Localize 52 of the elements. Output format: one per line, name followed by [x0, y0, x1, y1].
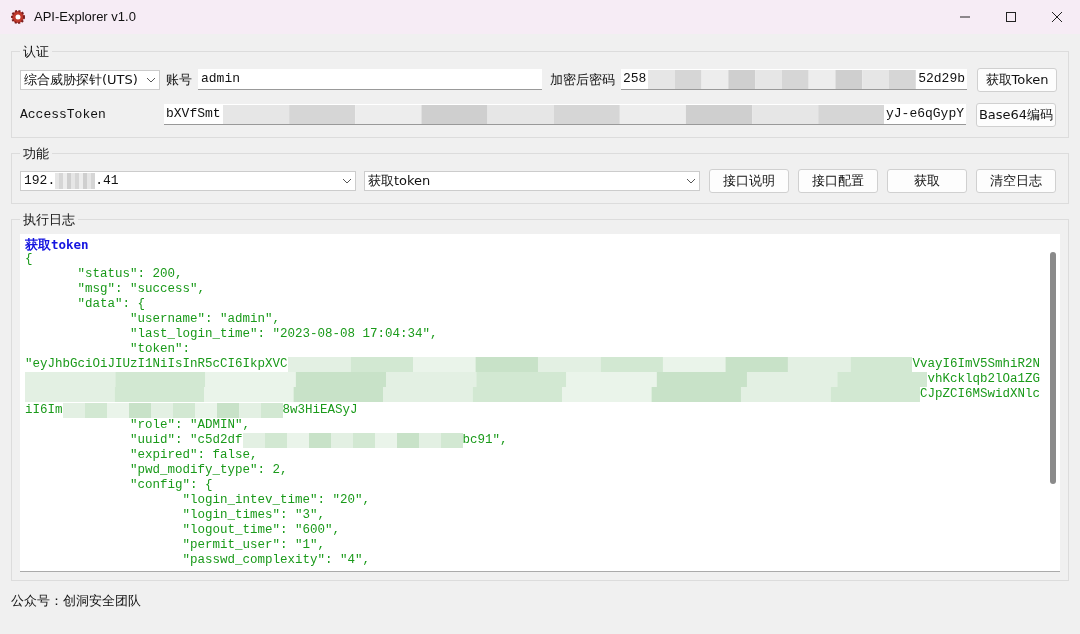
- device-select[interactable]: 综合威胁探针(UTS): [20, 69, 160, 90]
- base64-button[interactable]: Base64编码: [976, 102, 1056, 127]
- maximize-icon: [1006, 12, 1016, 22]
- chevron-down-icon: [686, 178, 696, 184]
- action-button[interactable]: 接口配置: [798, 169, 878, 193]
- log-line: "status": 200,: [76, 266, 184, 282]
- close-icon: [1052, 12, 1062, 22]
- log-line: "pwd_modify_type": 2,: [129, 462, 289, 478]
- log-line: CJpZCI6MSwidXNlc: [919, 387, 1040, 403]
- log-line: "msg": "success",: [76, 281, 207, 297]
- log-line: iI6Im: [25, 402, 63, 418]
- log-line: VvayI6ImV5SmhiR2N: [912, 357, 1040, 373]
- log-line: "login_intev_time": "20",: [181, 493, 372, 509]
- api-select[interactable]: 获取token: [364, 171, 700, 191]
- log-line: "token":: [129, 342, 192, 358]
- action-button[interactable]: 获取: [887, 169, 967, 193]
- log-heading: 获取token: [25, 236, 90, 252]
- log-line: "passwd_complexity": "4",: [181, 553, 372, 569]
- status-text: 公众号：创洞安全团队: [11, 591, 141, 610]
- group-title: 功能: [22, 144, 50, 163]
- account-label: 账号: [166, 70, 192, 89]
- log-line: "expired": false,: [129, 447, 259, 463]
- group-title: 认证: [22, 43, 50, 61]
- token-label: AccessToken: [20, 105, 107, 124]
- chevron-down-icon: [146, 76, 156, 83]
- log-line: bc91",: [462, 432, 508, 448]
- log-line: 8w3HiEASyJ: [282, 402, 358, 418]
- token-field[interactable]: bXVfSmt yJ-e6qGypY: [164, 104, 966, 125]
- redaction-mosaic: [55, 173, 96, 189]
- log-line: "data": {: [76, 296, 147, 312]
- gear-icon: [10, 9, 26, 25]
- log-line: "config": {: [129, 478, 214, 494]
- log-line: "permit_user": "1",: [181, 538, 327, 554]
- log-line: "username": "admin",: [129, 311, 282, 328]
- action-button[interactable]: 接口说明: [709, 169, 789, 193]
- log-line: {: [25, 251, 34, 267]
- log-line: vhKcklqb2lOa1ZG: [927, 372, 1040, 388]
- window-title: API-Explorer v1.0: [34, 8, 136, 27]
- log-line: "role": "ADMIN",: [129, 417, 252, 433]
- log-line: "uuid": "c5d2df: [129, 432, 243, 448]
- chevron-down-icon: [342, 178, 352, 184]
- account-field[interactable]: admin: [198, 69, 542, 90]
- group-title: 执行日志: [22, 211, 76, 229]
- log-line: "logout_time": "600",: [181, 523, 342, 539]
- log-line: "login_times": "3",: [181, 508, 327, 524]
- log-line: "last_login_time": "2023-08-08 17:04:34",: [129, 327, 439, 343]
- action-button[interactable]: 清空日志: [976, 169, 1056, 193]
- get-token-button[interactable]: 获取Token: [977, 67, 1057, 92]
- password-field[interactable]: 258 52d29b: [621, 69, 967, 90]
- host-select[interactable]: 192. .41: [20, 171, 356, 191]
- log-line: "eyJhbGciOiJIUzI1NiIsInR5cCI6IkpXVC: [25, 357, 288, 373]
- password-label: 加密后密码: [550, 70, 615, 89]
